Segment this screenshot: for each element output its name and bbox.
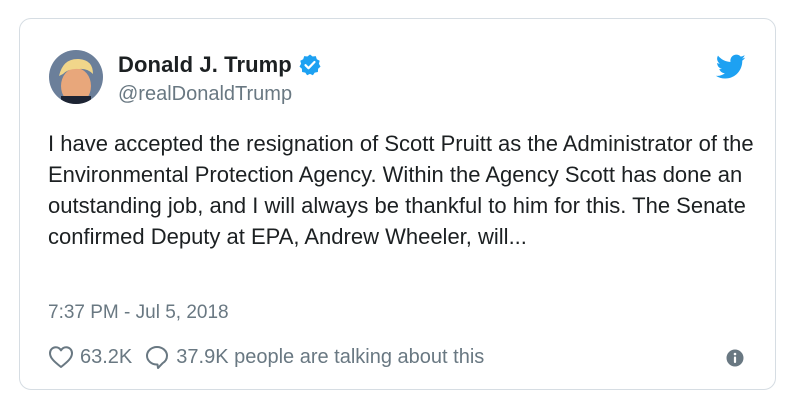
author-name[interactable]: Donald J. Trump <box>118 52 292 78</box>
author-name-row: Donald J. Trump <box>118 52 322 78</box>
avatar[interactable] <box>49 50 103 104</box>
tweet-card: Donald J. Trump @realDonaldTrump I have … <box>19 18 776 390</box>
speech-bubble-icon[interactable] <box>144 344 170 370</box>
info-icon[interactable] <box>726 349 744 367</box>
tweet-timestamp[interactable]: 7:37 PM - Jul 5, 2018 <box>48 302 229 324</box>
tweet-text: I have accepted the resignation of Scott… <box>48 131 754 249</box>
heart-icon[interactable] <box>48 345 74 369</box>
talking-about-link[interactable]: 37.9K people are talking about this <box>176 346 484 369</box>
avatar-image <box>49 50 103 104</box>
like-count[interactable]: 63.2K <box>80 346 132 369</box>
author-handle[interactable]: @realDonaldTrump <box>118 83 292 106</box>
tweet-actions: 63.2K 37.9K people are talking about thi… <box>48 344 484 370</box>
twitter-bird-icon[interactable] <box>715 54 746 80</box>
verified-badge-icon <box>298 53 322 77</box>
